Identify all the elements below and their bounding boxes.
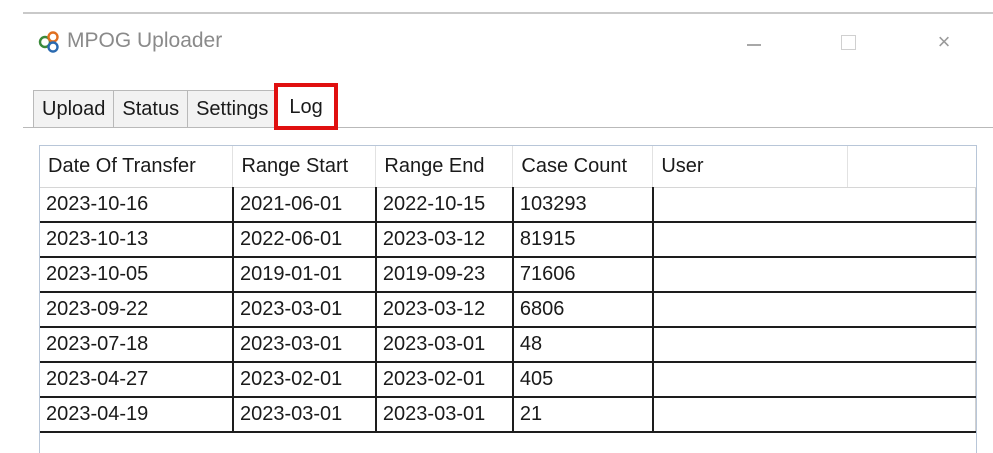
column-header-blank bbox=[847, 146, 976, 188]
column-header-range-end[interactable]: Range End bbox=[375, 146, 514, 188]
log-grid[interactable]: Date Of Transfer Range Start Range End C… bbox=[39, 145, 977, 453]
cell-range-end: 2019-09-23 bbox=[375, 257, 514, 293]
cell-date: 2023-10-05 bbox=[40, 257, 234, 293]
cell-case-count: 6806 bbox=[512, 292, 654, 328]
tab-strip: Upload Status Settings Log bbox=[33, 83, 338, 130]
cell-case-count: 21 bbox=[512, 397, 654, 433]
cell-range-start: 2023-03-01 bbox=[232, 397, 377, 433]
cell-date: 2023-10-13 bbox=[40, 222, 234, 258]
column-header-date-of-transfer[interactable]: Date Of Transfer bbox=[40, 146, 234, 188]
cell-blank bbox=[847, 222, 976, 258]
cell-range-start: 2022-06-01 bbox=[232, 222, 377, 258]
cell-user bbox=[652, 362, 848, 398]
column-header-case-count[interactable]: Case Count bbox=[512, 146, 654, 188]
cell-blank bbox=[847, 362, 976, 398]
cell-range-start: 2023-02-01 bbox=[232, 362, 377, 398]
minimize-icon bbox=[747, 44, 761, 46]
table-row[interactable]: 2023-04-19 2023-03-01 2023-03-01 21 bbox=[40, 397, 976, 433]
window-title: MPOG Uploader bbox=[67, 29, 223, 52]
log-panel: Date Of Transfer Range Start Range End C… bbox=[23, 127, 993, 453]
cell-case-count: 71606 bbox=[512, 257, 654, 293]
cell-user bbox=[652, 257, 848, 293]
cell-case-count: 81915 bbox=[512, 222, 654, 258]
maximize-button[interactable] bbox=[825, 22, 871, 62]
cell-user bbox=[652, 397, 848, 433]
column-header-range-start[interactable]: Range Start bbox=[232, 146, 377, 188]
table-row[interactable]: 2023-04-27 2023-02-01 2023-02-01 405 bbox=[40, 362, 976, 398]
cell-range-end: 2023-03-12 bbox=[375, 222, 514, 258]
tab-log[interactable]: Log bbox=[274, 83, 338, 130]
cell-date: 2023-09-22 bbox=[40, 292, 234, 328]
close-button[interactable]: × bbox=[921, 22, 967, 62]
table-row[interactable]: 2023-07-18 2023-03-01 2023-03-01 48 bbox=[40, 327, 976, 363]
cell-case-count: 405 bbox=[512, 362, 654, 398]
cell-case-count: 48 bbox=[512, 327, 654, 363]
mpog-logo-icon bbox=[38, 31, 59, 53]
cell-user bbox=[652, 187, 848, 223]
maximize-icon bbox=[840, 34, 856, 50]
table-header-row: Date Of Transfer Range Start Range End C… bbox=[40, 146, 976, 188]
cell-user bbox=[652, 327, 848, 363]
table-row[interactable]: 2023-10-05 2019-01-01 2019-09-23 71606 bbox=[40, 257, 976, 293]
table-row[interactable]: 2023-09-22 2023-03-01 2023-03-12 6806 bbox=[40, 292, 976, 328]
tab-settings[interactable]: Settings bbox=[187, 90, 278, 128]
cell-date: 2023-04-19 bbox=[40, 397, 234, 433]
column-header-user[interactable]: User bbox=[652, 146, 849, 188]
cell-range-start: 2019-01-01 bbox=[232, 257, 377, 293]
log-table: Date Of Transfer Range Start Range End C… bbox=[40, 146, 976, 433]
cell-range-end: 2023-03-12 bbox=[375, 292, 514, 328]
tab-status[interactable]: Status bbox=[113, 90, 189, 128]
cell-range-start: 2023-03-01 bbox=[232, 292, 377, 328]
cell-date: 2023-04-27 bbox=[40, 362, 234, 398]
cell-blank bbox=[847, 292, 976, 328]
cell-range-end: 2023-02-01 bbox=[375, 362, 514, 398]
title-bar[interactable]: MPOG Uploader × bbox=[23, 14, 993, 72]
screen-top-edge bbox=[0, 0, 993, 12]
close-icon: × bbox=[937, 29, 951, 54]
cell-blank bbox=[847, 397, 976, 433]
cell-blank bbox=[847, 327, 976, 363]
cell-user bbox=[652, 222, 848, 258]
cell-blank bbox=[847, 187, 976, 223]
cell-blank bbox=[847, 257, 976, 293]
tab-upload[interactable]: Upload bbox=[33, 90, 115, 128]
cell-range-start: 2021-06-01 bbox=[232, 187, 377, 223]
cell-date: 2023-10-16 bbox=[40, 187, 234, 223]
cell-range-end: 2022-10-15 bbox=[375, 187, 514, 223]
cell-user bbox=[652, 292, 848, 328]
mpog-uploader-window: MPOG Uploader × Upload Status Settings L… bbox=[23, 12, 993, 453]
cell-date: 2023-07-18 bbox=[40, 327, 234, 363]
cell-range-start: 2023-03-01 bbox=[232, 327, 377, 363]
cell-range-end: 2023-03-01 bbox=[375, 397, 514, 433]
cell-range-end: 2023-03-01 bbox=[375, 327, 514, 363]
table-row[interactable]: 2023-10-13 2022-06-01 2023-03-12 81915 bbox=[40, 222, 976, 258]
minimize-button[interactable] bbox=[731, 22, 777, 62]
table-row[interactable]: 2023-10-16 2021-06-01 2022-10-15 103293 bbox=[40, 187, 976, 223]
cell-case-count: 103293 bbox=[512, 187, 654, 223]
